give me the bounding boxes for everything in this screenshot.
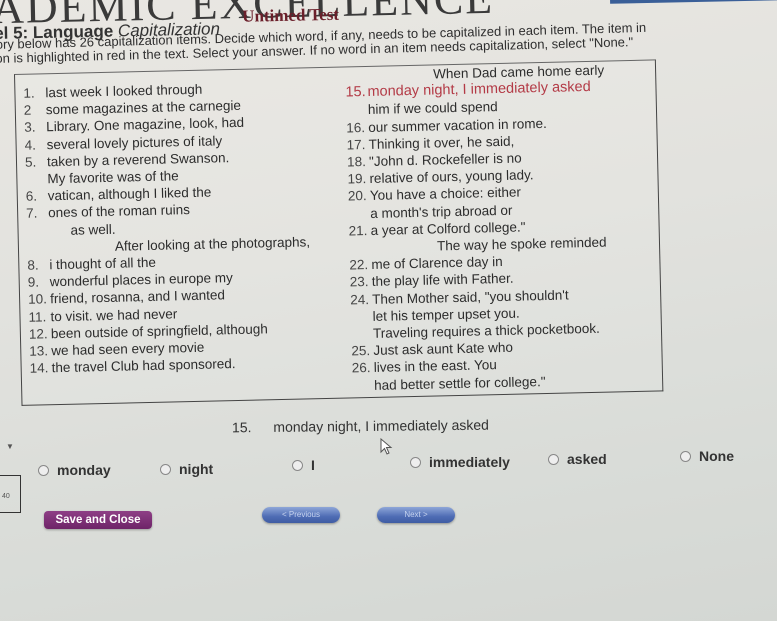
option-night[interactable]: night (160, 461, 213, 477)
line-text: to visit. we had never (50, 305, 178, 324)
mouse-cursor-icon (380, 438, 393, 455)
line-number: 11. (28, 308, 47, 325)
line-number: 10. (27, 291, 48, 308)
line-text: Then Mother said, "you shouldn't (372, 287, 569, 307)
line-number: 26. (351, 360, 371, 376)
line-number: 3. (24, 119, 36, 136)
line-number: 1. (23, 85, 35, 101)
line-text: You have a choice: either (369, 184, 522, 204)
option-i[interactable]: I (292, 457, 315, 473)
option-none[interactable]: None (680, 448, 734, 464)
line-text: the travel Club had sponsored. (51, 356, 236, 376)
line-number: 15. (345, 84, 366, 101)
line-text: him if we could spend (367, 99, 498, 118)
test-type: Untimed Test (241, 4, 340, 26)
line-number: 4. (24, 137, 37, 153)
line-number: 16. (346, 119, 366, 136)
line-text: let his temper upset you. (372, 305, 520, 324)
radio-icon[interactable] (548, 453, 559, 465)
line-text: we had seen every movie (51, 339, 205, 359)
line-number: 23. (349, 274, 369, 290)
line-text: me of Clarence day in (371, 254, 503, 273)
banner-strip (609, 0, 777, 4)
line-number: 2 (23, 102, 32, 118)
line-number: 24. (350, 291, 370, 308)
line-text: the play life with Father. (371, 271, 514, 290)
line-text: Just ask aunt Kate who (373, 340, 514, 359)
line-text: taken by a reverend Swanson. (46, 149, 230, 170)
previous-button[interactable]: < Previous (262, 507, 340, 523)
line-text: Thinking it over, he said, (368, 133, 515, 152)
line-text: The way he spoke reminded (436, 234, 607, 254)
line-number: 22. (349, 257, 369, 273)
passage-left-column: 1. last week I looked through 2 some magazi… (23, 78, 330, 377)
line-text: ones of the roman ruins (47, 202, 191, 221)
line-number: 7. (26, 205, 38, 222)
passage-right-column: When Dad came home early 15.monday night,… (345, 61, 652, 395)
radio-icon[interactable] (292, 459, 303, 471)
question-number: 15. (231, 419, 252, 436)
line-number: 6. (25, 188, 38, 204)
line-number: 5. (24, 154, 37, 170)
next-button[interactable]: Next > (377, 507, 455, 523)
side-panel-number: 40 (2, 493, 10, 500)
save-and-close-button[interactable]: Save and Close (44, 511, 152, 529)
passage-box: 1. last week I looked through 2 some magazi… (14, 59, 664, 406)
radio-icon[interactable] (680, 450, 691, 462)
line-text: My favorite was of the (47, 168, 179, 187)
line-text: "John d. Rockefeller is no (368, 150, 522, 169)
line-text: our summer vacation in rome. (368, 115, 547, 135)
line-number: 25. (351, 343, 371, 359)
radio-icon[interactable] (38, 464, 49, 476)
line-number: 8. (27, 257, 39, 273)
line-number: 13. (29, 343, 49, 359)
line-number: 12. (28, 326, 48, 342)
line-text: friend, rosanna, and I wanted (49, 287, 226, 307)
line-text: a month's trip abroad or (370, 202, 513, 221)
line-number: 9. (27, 274, 40, 290)
line-text: had better settle for college." (373, 373, 546, 393)
line-number: 20. (347, 188, 367, 204)
line-text: as well. (70, 221, 116, 238)
option-asked[interactable]: asked (548, 451, 607, 467)
question-stem: 15. monday night, I immediately asked (232, 417, 489, 436)
line-number: 14. (29, 360, 49, 376)
line-text: After looking at the photographs, (114, 234, 311, 254)
option-immediately[interactable]: immediately (410, 454, 510, 470)
line-number: 17. (346, 136, 366, 153)
line-number: 21. (348, 222, 368, 239)
line-number: 19. (347, 171, 367, 187)
line-number: 18. (346, 154, 367, 170)
question-text: monday night, I immediately asked (273, 416, 489, 435)
radio-icon[interactable] (410, 456, 421, 468)
line-text: i thought of all the (49, 254, 157, 273)
line-text: lives in the east. You (373, 357, 497, 376)
radio-icon[interactable] (160, 463, 171, 475)
option-monday[interactable]: monday (38, 462, 111, 478)
